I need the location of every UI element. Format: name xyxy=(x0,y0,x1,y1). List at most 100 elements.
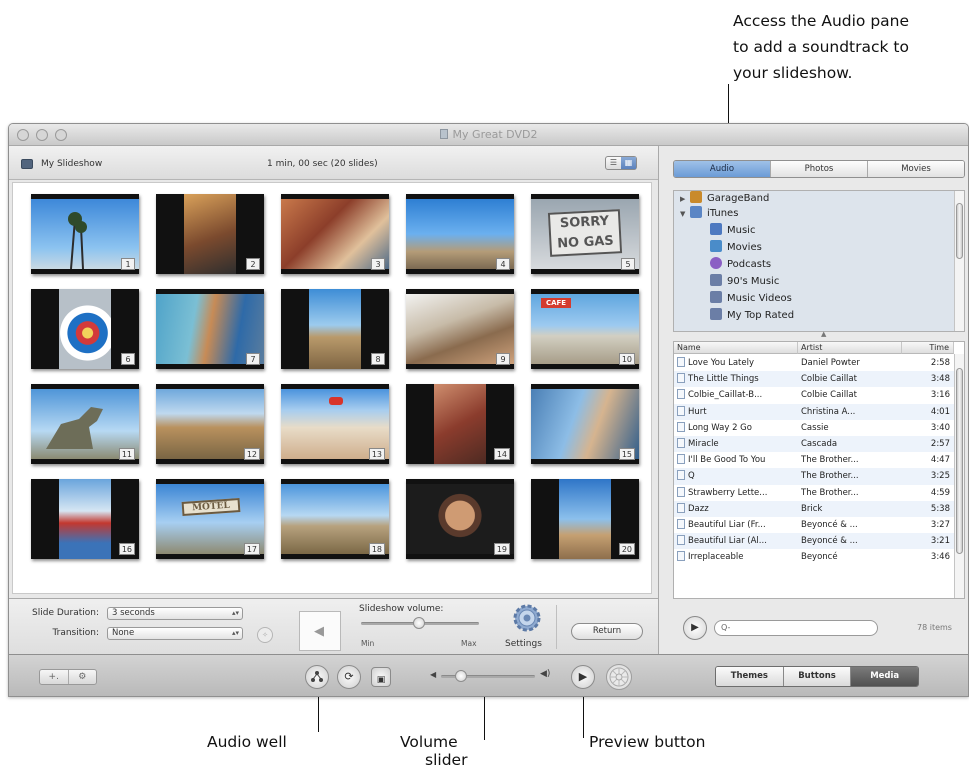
table-row[interactable]: Beautiful Liar (Al... Beyoncé & ... 3:21 xyxy=(674,533,954,550)
disclosure-right-icon[interactable]: ▶ xyxy=(680,195,685,203)
slide-thumbnail[interactable]: 16 xyxy=(31,479,139,559)
slide-thumbnail[interactable]: 20 xyxy=(531,479,639,559)
slide-thumbnail[interactable]: 3 xyxy=(281,194,389,274)
slide-number: 16 xyxy=(118,543,135,555)
source-item-music-videos[interactable]: Music Videos xyxy=(710,291,792,306)
settings-button[interactable] xyxy=(512,603,542,633)
table-row[interactable]: Dazz Brick 5:38 xyxy=(674,500,954,517)
song-artist: Brick xyxy=(801,503,823,514)
view-toggle[interactable]: ☰ ▦ xyxy=(605,156,637,170)
slide-thumbnail[interactable]: SORRY NO GAS 5 xyxy=(531,194,639,274)
table-row[interactable]: Love You Lately Daniel Powter 2:58 xyxy=(674,355,954,371)
map-button[interactable] xyxy=(305,665,329,689)
source-label: Movies xyxy=(727,242,762,253)
slide-thumbnail[interactable]: 4 xyxy=(406,194,514,274)
table-row[interactable]: I'll Be Good To You The Brother... 4:47 xyxy=(674,452,954,468)
slide-thumbnail[interactable]: 11 xyxy=(31,384,139,464)
source-item-music[interactable]: Music xyxy=(710,223,755,238)
slide-thumbnail[interactable]: 1 xyxy=(31,194,139,274)
add-button[interactable]: +. xyxy=(40,670,69,684)
source-item-movies[interactable]: Movies xyxy=(710,240,762,255)
list-view-icon[interactable]: ☰ xyxy=(606,157,621,169)
preview-button[interactable]: ▶ xyxy=(571,665,595,689)
slide-thumbnail[interactable]: CAFE 10 xyxy=(531,289,639,369)
audio-well[interactable]: ◀ xyxy=(299,611,341,651)
slide-number: 8 xyxy=(371,353,385,365)
column-header-time[interactable]: Time xyxy=(902,342,954,354)
slide-duration-popup[interactable]: 3 seconds ▴▾ xyxy=(107,607,243,620)
slideshow-header: My Slideshow 1 min, 00 sec (20 slides) ☰… xyxy=(9,146,658,180)
slide-thumbnail[interactable]: 14 xyxy=(406,384,514,464)
source-item-my-top-rated[interactable]: My Top Rated xyxy=(710,308,794,323)
scrollbar-thumb[interactable] xyxy=(956,203,963,259)
table-row[interactable]: Long Way 2 Go Cassie 3:40 xyxy=(674,420,954,436)
song-table-scrollbar[interactable] xyxy=(954,354,964,598)
buttons-button[interactable]: Buttons xyxy=(783,667,852,686)
song-time: 4:59 xyxy=(930,487,950,498)
song-artist: Beyoncé xyxy=(801,552,838,563)
source-item-garageband[interactable]: GarageBand xyxy=(690,191,769,206)
column-header-name[interactable]: Name xyxy=(674,342,798,354)
slide-thumbnail[interactable]: 15 xyxy=(531,384,639,464)
slide-thumbnail[interactable]: 7 xyxy=(156,289,264,369)
song-time: 3:27 xyxy=(930,520,950,530)
table-row[interactable]: Miracle Cascada 2:57 xyxy=(674,436,954,453)
media-button[interactable]: Media xyxy=(851,667,918,686)
play-icon: ▶ xyxy=(691,622,699,633)
slide-thumbnail[interactable]: 18 xyxy=(281,479,389,559)
tab-audio[interactable]: Audio xyxy=(674,161,771,177)
burn-button[interactable] xyxy=(606,664,632,690)
volume-slider-knob[interactable] xyxy=(455,670,467,682)
table-row[interactable]: The Little Things Colbie Caillat 3:48 xyxy=(674,371,954,388)
song-table: Name Artist Time Love You Lately Daniel P… xyxy=(673,341,965,599)
table-row[interactable]: Colbie_Caillat-B... Colbie Caillat 3:16 xyxy=(674,387,954,403)
table-row[interactable]: Beautiful Liar (Fr... Beyoncé & ... 3:27 xyxy=(674,517,954,533)
slide-number: 7 xyxy=(246,353,260,365)
source-label: My Top Rated xyxy=(727,310,795,321)
grid-view-icon[interactable]: ▦ xyxy=(621,157,636,169)
source-list-scrollbar[interactable] xyxy=(954,191,964,331)
song-file-icon xyxy=(677,470,685,481)
audio-preview-play-button[interactable]: ▶ xyxy=(683,616,707,640)
source-item-90s-music[interactable]: 90's Music xyxy=(710,274,779,289)
table-row[interactable]: Strawberry Lette... The Brother... 4:59 xyxy=(674,485,954,501)
slide-thumbnail[interactable]: 19 xyxy=(406,479,514,559)
transition-direction-icon[interactable]: ✧ xyxy=(257,627,273,643)
slide-thumbnail[interactable]: 12 xyxy=(156,384,264,464)
tv-safe-area-button[interactable]: ▣ xyxy=(371,667,391,687)
slide-thumbnail[interactable]: MOTEL 17 xyxy=(156,479,264,559)
return-button[interactable]: Return xyxy=(571,623,643,640)
slide-photo xyxy=(59,479,111,559)
table-row[interactable]: Hurt Christina A... 4:01 xyxy=(674,403,954,420)
song-file-icon xyxy=(677,486,685,497)
tab-movies[interactable]: Movies xyxy=(868,161,964,177)
song-name-cell: Irreplaceable xyxy=(677,549,795,565)
source-item-itunes[interactable]: iTunes xyxy=(690,206,738,221)
slide-thumbnail[interactable]: 6 xyxy=(31,289,139,369)
motion-button[interactable]: ⟳ xyxy=(337,665,361,689)
slide-thumbnail[interactable]: 2 xyxy=(156,194,264,274)
disclosure-down-icon[interactable]: ▼ xyxy=(680,210,685,218)
splitter-handle-icon[interactable]: ▲ xyxy=(821,330,826,338)
song-file-icon xyxy=(677,373,685,384)
song-time: 3:48 xyxy=(930,374,950,385)
slide-thumbnail[interactable]: 8 xyxy=(281,289,389,369)
add-remove-control: +. ⚙ xyxy=(39,669,97,685)
gear-menu-button[interactable]: ⚙ xyxy=(69,670,97,684)
song-time: 3:21 xyxy=(930,536,950,547)
slide-thumbnail[interactable]: 9 xyxy=(406,289,514,369)
themes-button[interactable]: Themes xyxy=(716,667,784,686)
slide-thumbnail[interactable]: 13 xyxy=(281,384,389,464)
column-header-artist[interactable]: Artist xyxy=(798,342,902,354)
slide-number: 3 xyxy=(371,258,385,270)
settings-label: Settings xyxy=(505,639,542,649)
table-row[interactable]: Q The Brother... 3:25 xyxy=(674,468,954,485)
transition-popup[interactable]: None ▴▾ xyxy=(107,627,243,640)
table-row[interactable]: Irreplaceable Beyoncé 3:46 xyxy=(674,549,954,565)
source-item-podcasts[interactable]: Podcasts xyxy=(710,257,771,272)
scrollbar-thumb[interactable] xyxy=(956,368,963,554)
song-artist: The Brother... xyxy=(801,487,859,498)
tab-photos[interactable]: Photos xyxy=(771,161,868,177)
slideshow-volume-knob[interactable] xyxy=(413,617,425,629)
search-input[interactable]: Q- xyxy=(714,620,878,636)
